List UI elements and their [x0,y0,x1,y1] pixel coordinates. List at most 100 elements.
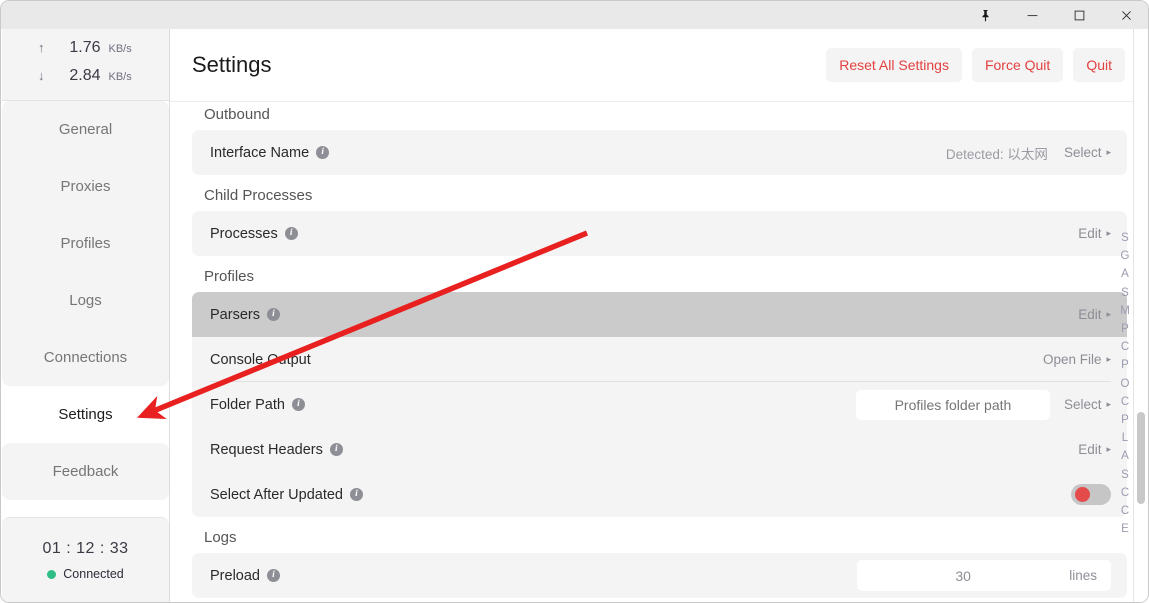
sidebar: ↑ 1.76 KB/s ↓ 2.84 KB/s General Proxies … [2,29,170,602]
sidebar-item-label: Logs [69,292,102,309]
header-actions: Reset All Settings Force Quit Quit [826,48,1125,82]
sidebar-item-label: Feedback [52,463,119,480]
index-letter[interactable]: S [1121,466,1129,484]
close-icon[interactable] [1103,1,1148,29]
preload-lines-input[interactable] [857,560,1070,591]
reset-all-settings-button[interactable]: Reset All Settings [826,48,962,82]
info-icon[interactable]: i [291,398,305,411]
row-label-text: Processes [210,225,278,242]
request-headers-edit-action[interactable]: Edit ▸ [1078,442,1111,457]
sidebar-item-label: General [58,121,113,138]
network-speed-panel: ↑ 1.76 KB/s ↓ 2.84 KB/s [2,29,169,101]
section-card-logs: Preload i lines [192,553,1127,598]
row-interface-name[interactable]: Interface Name i Detected: 以太网 Select ▸ [192,130,1127,175]
connection-status: Connected [47,567,124,581]
settings-scroll-area[interactable]: Outbound Interface Name i Detected: 以太网 … [170,102,1148,602]
row-processes[interactable]: Processes i Edit ▸ [192,211,1127,256]
sidebar-item-logs[interactable]: Logs [2,272,169,329]
action-label: Select [1063,145,1102,160]
index-letter[interactable]: C [1121,338,1129,356]
preload-unit-label: lines [1069,568,1097,583]
info-icon[interactable]: i [284,227,298,240]
info-icon[interactable]: i [266,569,280,582]
sidebar-item-label: Proxies [60,178,111,195]
interface-select-action[interactable]: Select ▸ [1064,145,1111,160]
row-select-after-updated[interactable]: Select After Updated i [192,472,1127,517]
section-title-profiles: Profiles [204,268,255,285]
chevron-right-icon: ▸ [1106,309,1111,319]
sidebar-item-label: Profiles [60,235,111,252]
title-bar [1,1,1148,29]
sidebar-item-label: Settings [58,406,113,423]
row-label: Processes i [210,226,298,242]
main-header: Settings Reset All Settings Force Quit Q… [170,29,1148,102]
section-title-child-processes: Child Processes [204,187,313,204]
index-letter[interactable]: A [1121,265,1129,283]
download-arrow-icon: ↓ [38,68,45,83]
chevron-right-icon: ▸ [1106,354,1111,364]
info-icon[interactable]: i [266,308,280,321]
processes-edit-action[interactable]: Edit ▸ [1078,226,1111,241]
info-icon[interactable]: i [350,488,363,501]
index-letter[interactable]: C [1121,393,1129,411]
status-dot-icon [47,569,57,579]
quit-button[interactable]: Quit [1073,48,1125,82]
download-speed-unit: KB/s [108,71,132,83]
console-output-open-file-action[interactable]: Open File ▸ [1043,352,1111,367]
row-preload[interactable]: Preload i lines [192,553,1127,598]
sidebar-footer: 01 : 12 : 33 Connected [2,517,169,602]
preload-input-wrap[interactable]: lines [857,560,1111,591]
index-letter[interactable]: G [1121,247,1130,265]
index-letter[interactable]: A [1121,447,1129,465]
row-label-text: Interface Name [210,144,310,161]
row-label: Folder Path i [210,397,305,413]
index-letter[interactable]: S [1121,284,1129,302]
sidebar-item-profiles[interactable]: Profiles [2,215,169,272]
force-quit-button[interactable]: Force Quit [971,48,1064,82]
chevron-right-icon: ▸ [1106,399,1111,409]
index-letter[interactable]: E [1121,520,1129,538]
index-letter[interactable]: O [1121,375,1130,393]
row-folder-path[interactable]: Folder Path i Select ▸ [192,382,1127,427]
index-letter[interactable]: P [1121,411,1129,429]
row-request-headers[interactable]: Request Headers i Edit ▸ [192,427,1127,472]
minimize-icon[interactable] [1009,1,1056,29]
index-letter[interactable]: P [1121,320,1129,338]
chevron-right-icon: ▸ [1106,444,1111,454]
sidebar-item-general[interactable]: General [2,101,169,158]
sidebar-item-feedback[interactable]: Feedback [2,443,169,500]
index-letter[interactable]: P [1121,356,1129,374]
section-title-outbound: Outbound [204,106,270,123]
index-letter[interactable]: L [1122,429,1128,447]
maximize-icon[interactable] [1056,1,1103,29]
upload-speed-row: ↑ 1.76 KB/s [2,39,169,67]
index-letter[interactable]: C [1121,484,1129,502]
alphabet-index[interactable]: S G A S M P C P O C P L A S C C E [1116,229,1134,538]
row-label-text: Folder Path [210,396,285,413]
row-parsers[interactable]: Parsers i Edit ▸ [192,292,1127,337]
select-after-updated-toggle[interactable] [1071,484,1111,505]
scrollbar-thumb[interactable] [1137,412,1145,504]
index-letter[interactable]: S [1121,229,1129,247]
sidebar-item-connections[interactable]: Connections [2,329,169,386]
index-letter[interactable]: M [1120,302,1130,320]
info-icon[interactable]: i [329,443,343,456]
sidebar-nav-primary: General Proxies Profiles Logs Connection… [2,101,169,386]
action-label: Edit [1078,226,1102,241]
folder-path-select-action[interactable]: Select ▸ [1064,397,1111,412]
parsers-edit-action[interactable]: Edit ▸ [1078,307,1111,322]
row-label-text: Select After Updated [210,486,343,503]
row-label: Parsers i [210,307,280,323]
info-icon[interactable]: i [316,146,330,159]
index-letter[interactable]: C [1121,502,1129,520]
sidebar-item-settings[interactable]: Settings [2,386,169,443]
sidebar-item-proxies[interactable]: Proxies [2,158,169,215]
row-label: Interface Name i [210,144,330,161]
pin-icon[interactable] [962,1,1009,29]
sidebar-nav-secondary: Feedback [2,443,169,500]
row-console-output[interactable]: Console Output Open File ▸ [192,337,1127,382]
row-label-text: Parsers [210,306,260,323]
vertical-scrollbar[interactable] [1133,29,1147,602]
action-label: Open File [1042,352,1102,367]
folder-path-input[interactable] [855,389,1050,420]
